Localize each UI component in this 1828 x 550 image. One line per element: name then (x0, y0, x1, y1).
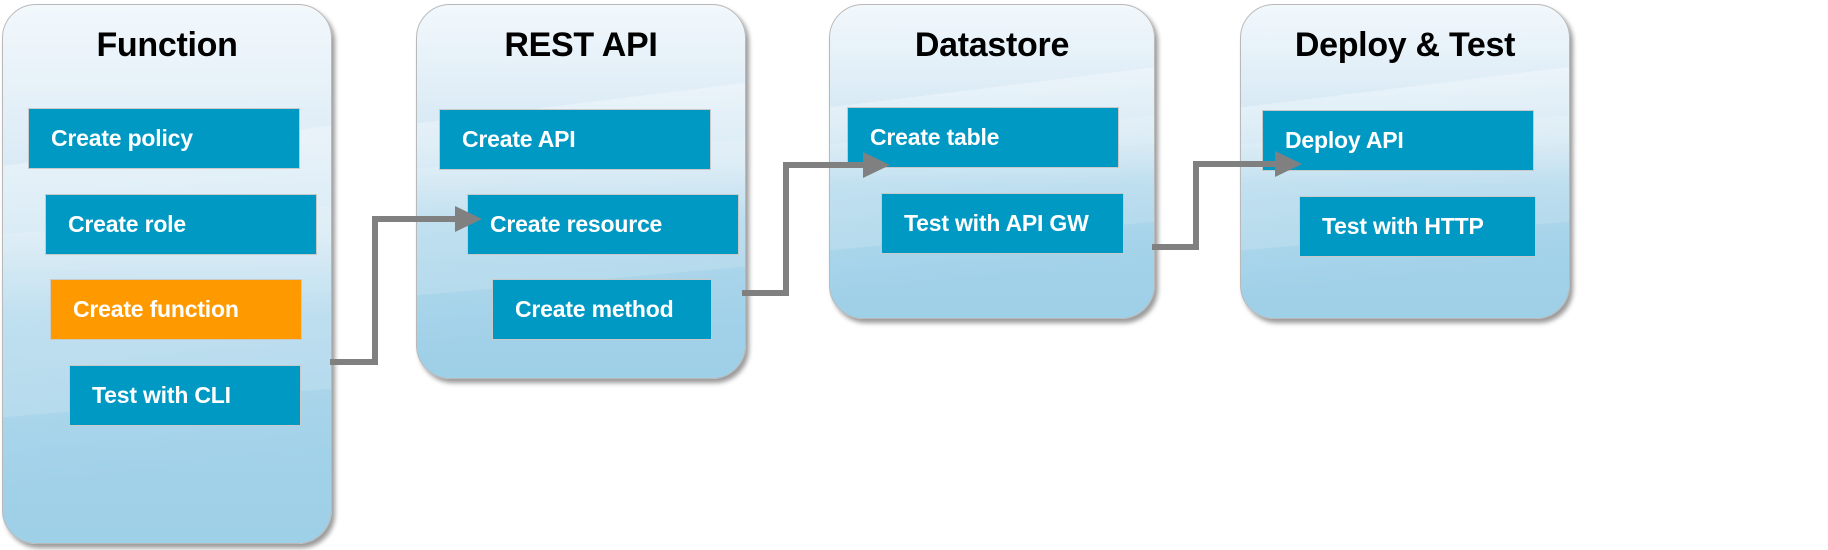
step-create-method[interactable]: Create method (492, 279, 712, 340)
panel-highlight-swoosh (830, 61, 1154, 300)
step-create-api[interactable]: Create API (439, 109, 711, 170)
step-deploy-api[interactable]: Deploy API (1262, 110, 1534, 171)
step-test-with-api-gw[interactable]: Test with API GW (881, 193, 1124, 254)
step-test-with-http[interactable]: Test with HTTP (1299, 196, 1536, 257)
panel-highlight-swoosh (1241, 61, 1569, 300)
step-test-with-cli[interactable]: Test with CLI (69, 365, 301, 426)
panel-title-function: Function (96, 26, 238, 64)
step-create-function[interactable]: Create function (50, 279, 302, 340)
panel-title-deploy-test: Deploy & Test (1294, 26, 1516, 64)
step-create-resource[interactable]: Create resource (467, 194, 739, 255)
step-create-table[interactable]: Create table (847, 107, 1119, 168)
step-create-policy[interactable]: Create policy (28, 108, 300, 169)
step-create-role[interactable]: Create role (45, 194, 317, 255)
panel-title-rest-api: REST API (504, 26, 658, 64)
diagram-canvas: Function Create policy Create role Creat… (0, 0, 1828, 550)
panel-function[interactable] (2, 4, 332, 544)
panel-title-datastore: Datastore (914, 26, 1070, 64)
